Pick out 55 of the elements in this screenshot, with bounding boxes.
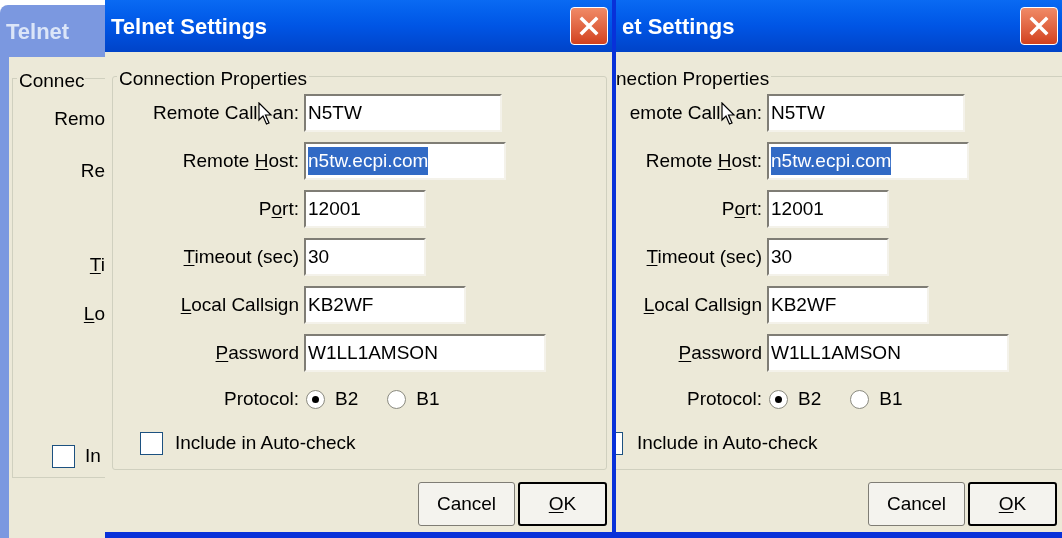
text-field[interactable]: 12001 [304, 190, 426, 228]
field-label: Timeout (sec) [182, 244, 299, 269]
field-label: Local Callsign [179, 292, 299, 317]
field-label: Re [80, 158, 105, 183]
dialog-button[interactable]: OK [518, 482, 607, 526]
text-field[interactable]: W1LL1AMSON [767, 334, 1009, 372]
text-field[interactable]: N5TW [304, 94, 502, 132]
field-label: Ti [89, 252, 105, 277]
close-icon [578, 15, 600, 37]
dialog-button[interactable]: OK [968, 482, 1057, 526]
radio-label: B1 [416, 386, 440, 411]
field-label: Remote Call an: [113, 98, 299, 128]
checkbox[interactable] [52, 444, 75, 468]
radio-button[interactable] [306, 389, 325, 409]
radio-button[interactable] [387, 389, 407, 409]
field-label: Port: [720, 196, 762, 221]
field-label: Protocol: [223, 386, 299, 411]
text-field[interactable]: 30 [304, 238, 426, 276]
text-field[interactable]: n5tw.ecpi.com [767, 142, 969, 180]
checkbox-label: In [85, 443, 101, 468]
checkbox-label: Include in Auto-check [175, 431, 356, 456]
dialog-button[interactable]: Cancel [418, 482, 515, 526]
field-label: Timeout (sec) [645, 244, 762, 269]
radio-label: B2 [335, 386, 359, 411]
text-field[interactable]: KB2WF [304, 286, 466, 324]
dialog-button[interactable]: Cancel [868, 482, 965, 526]
window-title: Telnet Settings [111, 12, 268, 41]
close-button[interactable] [1020, 7, 1058, 45]
field-label: Local Callsign [642, 292, 762, 317]
window-title: Telnet [6, 17, 70, 46]
window-title: et Settings [622, 12, 735, 41]
field-label: Password [214, 340, 299, 365]
text-field[interactable]: 12001 [767, 190, 889, 228]
field-label: Lo [83, 301, 105, 326]
field-label: Password [677, 340, 762, 365]
close-button[interactable] [570, 7, 608, 45]
checkbox-label: Include in Auto-check [637, 431, 818, 456]
radio-label: B1 [879, 386, 903, 411]
field-label: Protocol: [686, 386, 762, 411]
field-label: Port: [257, 196, 299, 221]
text-field[interactable]: N5TW [767, 94, 965, 132]
checkbox[interactable] [140, 432, 163, 455]
close-icon [1028, 15, 1050, 37]
radio-button[interactable] [850, 389, 870, 409]
checkbox[interactable] [616, 432, 623, 455]
radio-button[interactable] [769, 389, 788, 409]
radio-label: B2 [798, 386, 822, 411]
field-label: Remote Host: [181, 148, 299, 173]
field-label: emote Call an: [616, 98, 762, 128]
text-field[interactable]: 30 [767, 238, 889, 276]
text-field[interactable]: n5tw.ecpi.com [304, 142, 506, 180]
field-label: Remo [54, 106, 105, 131]
text-field[interactable]: W1LL1AMSON [304, 334, 546, 372]
text-field[interactable]: KB2WF [767, 286, 929, 324]
field-label: Remote Host: [644, 148, 762, 173]
